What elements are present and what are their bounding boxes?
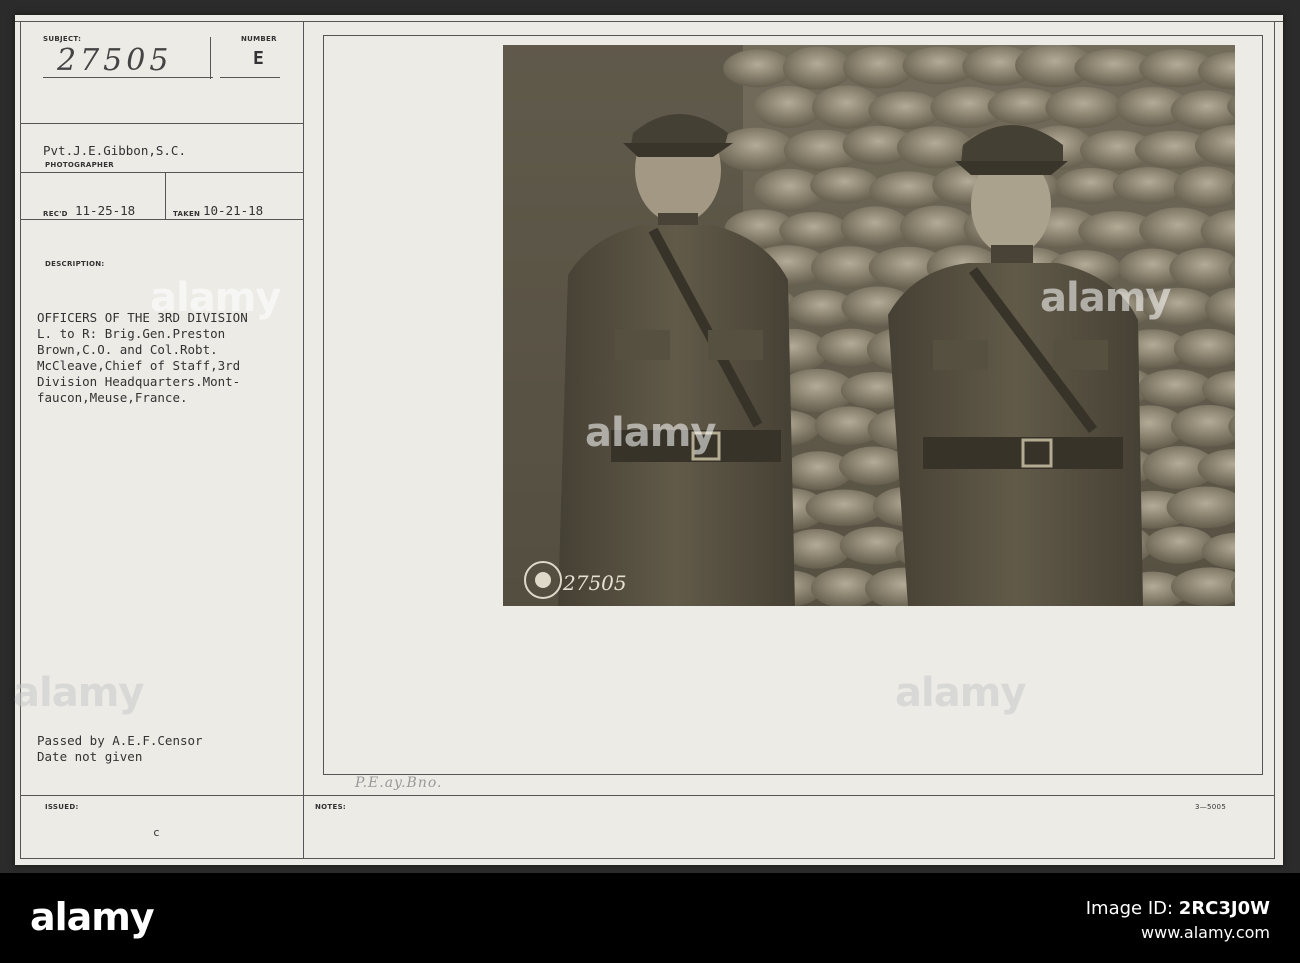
watermark: alamy — [1040, 275, 1171, 321]
frame-bottom — [323, 774, 1263, 775]
issued-label: ISSUED: — [45, 803, 79, 811]
card-border-top — [15, 21, 1283, 22]
number-underline — [220, 77, 280, 78]
number-label: NUMBER — [241, 35, 277, 43]
photographer-label: PHOTOGRAPHER — [45, 161, 114, 169]
archive-card: SUBJECT: 27505 NUMBER E Pvt.J.E.Gibbon,S… — [13, 15, 1283, 865]
issued-value: c — [153, 826, 160, 839]
taken-date: 10-21-18 — [203, 203, 264, 218]
card-border-bottom — [20, 858, 1275, 859]
left-column-divider — [303, 21, 304, 859]
footer-logo[interactable]: alamy — [30, 895, 155, 939]
photograph-image: 27505 — [503, 45, 1235, 606]
form-code: 3—5005 — [1195, 803, 1227, 811]
subject-underline — [43, 77, 213, 78]
footer-image-info: Image ID: 2RC3J0W www.alamy.com — [1086, 898, 1270, 942]
rule-1 — [20, 123, 303, 124]
rule-bottom — [20, 795, 1275, 796]
censor-line: Date not given — [37, 749, 143, 764]
watermark: alamy — [13, 670, 144, 716]
image-id-label: Image ID: — [1085, 898, 1174, 919]
number-value: E — [253, 48, 264, 69]
rule-2 — [20, 172, 303, 173]
description-line: faucon,Meuse,France. — [37, 390, 188, 405]
taken-label: TAKEN — [173, 210, 201, 218]
subject-label: SUBJECT: — [43, 35, 82, 43]
notes-label: NOTES: — [315, 803, 347, 811]
watermark: alamy — [895, 670, 1026, 716]
censor-line: Passed by A.E.F.Censor — [37, 733, 203, 748]
card-border-right — [1274, 21, 1275, 859]
description-line: L. to R: Brig.Gen.Preston — [37, 326, 226, 341]
dates-divider — [165, 173, 166, 219]
card-border-left — [20, 21, 21, 859]
image-id-line: Image ID: 2RC3J0W — [1086, 898, 1270, 919]
description-label: DESCRIPTION: — [45, 260, 105, 268]
image-id-value: 2RC3J0W — [1178, 898, 1270, 919]
frame-right — [1262, 35, 1263, 775]
recd-label: REC'D — [43, 210, 68, 218]
watermark: alamy — [150, 275, 281, 321]
number-divider — [210, 37, 211, 79]
description-line: Brown,C.O. and Col.Robt. — [37, 342, 218, 357]
footer-url[interactable]: www.alamy.com — [1086, 923, 1270, 942]
description-line: McCleave,Chief of Staff,3rd — [37, 358, 241, 373]
frame-top — [323, 35, 1263, 36]
description-line: Division Headquarters.Mont- — [37, 374, 241, 389]
photograph: 27505 — [503, 45, 1235, 606]
frame-left — [323, 35, 324, 775]
photographer-name: Pvt.J.E.Gibbon,S.C. — [43, 143, 186, 158]
watermark: alamy — [585, 410, 716, 456]
rule-3 — [20, 219, 303, 220]
subject-number: 27505 — [57, 43, 173, 78]
censor-note: Passed by A.E.F.Censor Date not given — [37, 733, 203, 765]
footer-bar: alamy Image ID: 2RC3J0W www.alamy.com — [0, 873, 1300, 963]
description-text: OFFICERS OF THE 3RD DIVISION L. to R: Br… — [37, 310, 248, 406]
recd-date: 11-25-18 — [75, 203, 136, 218]
notes-handwriting: P.E.ay.Bno. — [355, 775, 443, 791]
